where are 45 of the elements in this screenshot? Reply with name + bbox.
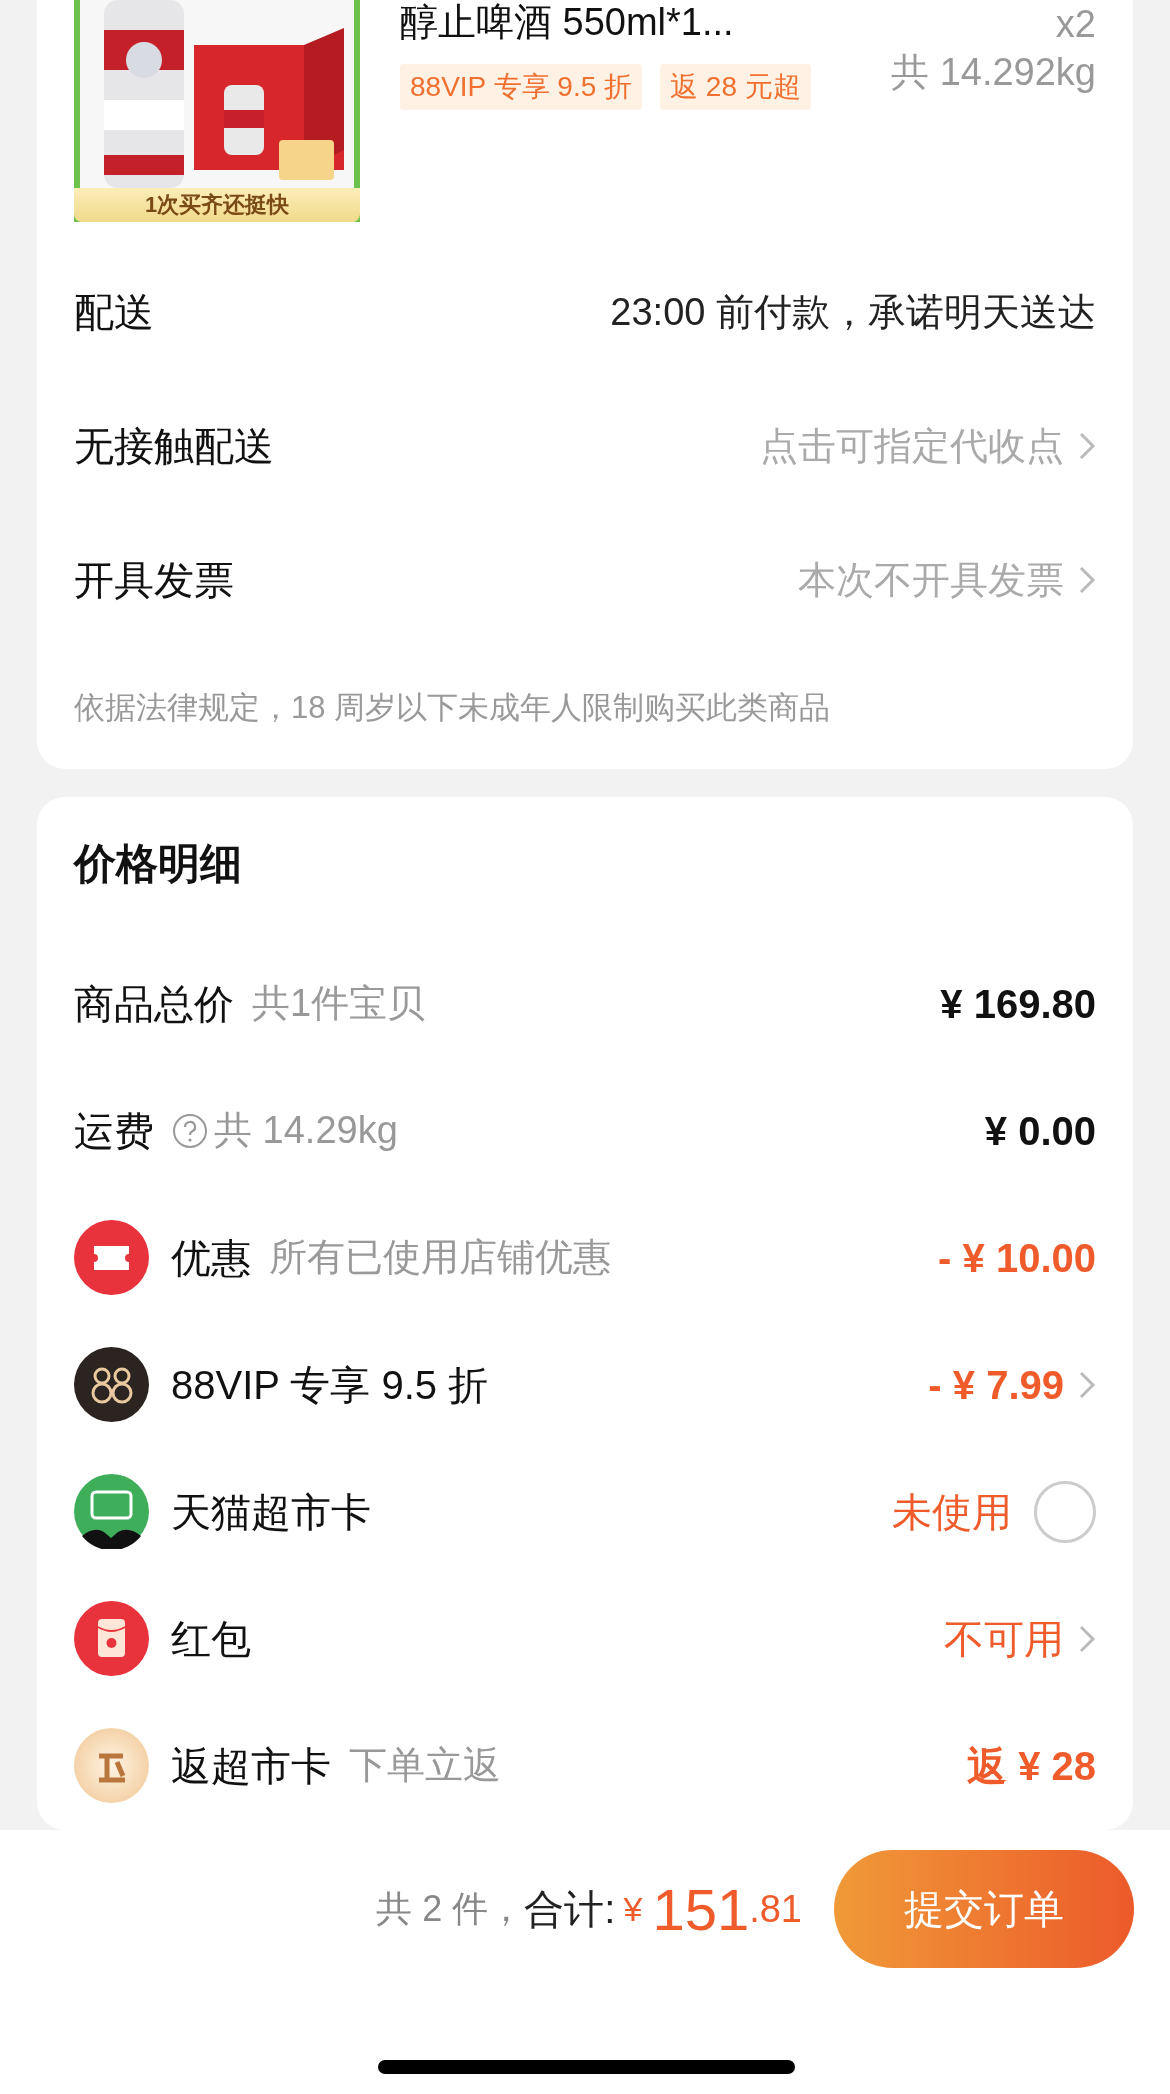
promo-banner: 1次买齐还挺快 bbox=[74, 188, 360, 222]
amount-text: 返 ¥ 28 bbox=[967, 1742, 1096, 1790]
row-value: 本次不开具发票 bbox=[798, 557, 1064, 603]
help-icon[interactable] bbox=[172, 1112, 208, 1149]
total-amount: 151 bbox=[652, 1875, 750, 1944]
row-note: 共1件宝贝 bbox=[252, 981, 426, 1026]
item-count: 共 2 件， bbox=[376, 1887, 525, 1931]
product-title[interactable]: 醇止啤酒 550ml*1... bbox=[400, 0, 892, 44]
row-label: 88VIP 专享 9.5 折 bbox=[171, 1361, 489, 1409]
promo-tag: 88VIP 专享 9.5 折 bbox=[400, 64, 643, 110]
total-decimals: .81 bbox=[749, 1886, 802, 1932]
row-label: 配送 bbox=[74, 289, 154, 336]
promo-tag: 返 28 元超 bbox=[660, 64, 811, 110]
ticket-icon bbox=[74, 1220, 149, 1295]
amount-text: - ¥ 7.99 bbox=[928, 1361, 1064, 1409]
row-label: 无接触配送 bbox=[74, 423, 274, 470]
row-note: 共 14.29kg bbox=[214, 1108, 398, 1153]
section-title: 价格明细 bbox=[74, 839, 243, 889]
amount-text: ¥ 0.00 bbox=[984, 1107, 1096, 1155]
notice-text: 依据法律规定，18 周岁以下未成年人限制购买此类商品 bbox=[74, 689, 832, 727]
amount-text: - ¥ 10.00 bbox=[938, 1234, 1096, 1282]
weight-text: 共 14.292kg bbox=[891, 50, 1096, 95]
home-indicator[interactable] bbox=[378, 2060, 795, 2074]
row-value: 23:00 前付款，承诺明天送达 bbox=[610, 289, 1096, 335]
radio-button[interactable] bbox=[1034, 1480, 1096, 1543]
row-label: 商品总价 bbox=[74, 980, 234, 1028]
row-note: 所有已使用店铺优惠 bbox=[269, 1235, 611, 1280]
cat-card-icon bbox=[74, 1474, 149, 1549]
row-label: 红包 bbox=[171, 1615, 251, 1663]
total-label: 合计: bbox=[524, 1886, 616, 1933]
row-label: 返超市卡 bbox=[171, 1742, 331, 1790]
currency-sign: ¥ bbox=[623, 1888, 643, 1930]
amount-text: 未使用 bbox=[892, 1488, 1012, 1536]
quantity-text: x2 bbox=[1054, 2, 1096, 47]
row-note: 下单立返 bbox=[349, 1743, 501, 1788]
row-label: 优惠 bbox=[171, 1234, 251, 1282]
amount-text: 不可用 bbox=[944, 1615, 1064, 1663]
rebate-icon bbox=[74, 1728, 149, 1803]
row-label: 开具发票 bbox=[74, 557, 234, 604]
row-label: 天猫超市卡 bbox=[171, 1488, 371, 1536]
envelope-icon bbox=[74, 1601, 149, 1676]
vip-badge-icon bbox=[74, 1347, 149, 1422]
amount-text: ¥ 169.80 bbox=[940, 980, 1096, 1028]
row-label: 运费 bbox=[74, 1107, 154, 1155]
row-value: 点击可指定代收点 bbox=[760, 423, 1064, 469]
